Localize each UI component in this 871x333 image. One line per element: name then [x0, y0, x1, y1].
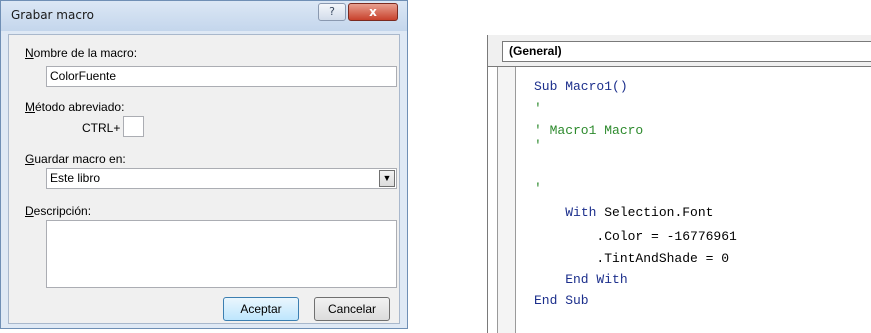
record-macro-dialog: Grabar macro ? x Nombre de la macro: Col… — [0, 0, 408, 329]
store-macro-in-value: Este libro — [50, 171, 101, 185]
dialog-body: Nombre de la macro: ColorFuente Método a… — [8, 34, 400, 324]
macro-name-input[interactable]: ColorFuente — [46, 66, 397, 87]
margin-indicator-bar[interactable] — [497, 67, 516, 333]
store-macro-in-label: Guardar macro en: — [25, 152, 126, 166]
code-line[interactable]: ' Macro1 Macro — [534, 123, 643, 138]
code-line[interactable]: ' — [534, 101, 542, 116]
store-macro-in-select[interactable]: Este libro ▼ — [46, 168, 397, 189]
macro-name-value: ColorFuente — [50, 69, 117, 83]
code-line[interactable]: .Color = -16776961 — [534, 229, 736, 244]
accept-button[interactable]: Aceptar — [223, 297, 299, 321]
vba-code-window: (General) Sub Macro1() ' ' Macro1 Macro … — [487, 35, 871, 333]
ctrl-prefix: CTRL+ — [82, 121, 121, 135]
shortcut-key-input[interactable] — [123, 116, 144, 137]
close-button[interactable]: x — [348, 3, 398, 21]
dialog-title: Grabar macro — [11, 8, 94, 22]
code-line[interactable]: Sub Macro1() — [534, 79, 628, 94]
object-dropdown[interactable]: (General) — [502, 41, 871, 62]
code-line[interactable]: ' — [534, 181, 542, 196]
help-button[interactable]: ? — [318, 3, 346, 21]
chevron-down-icon[interactable]: ▼ — [379, 170, 395, 187]
code-line[interactable]: With Selection.Font — [534, 205, 713, 220]
macro-name-label: Nombre de la macro: — [25, 46, 138, 60]
code-line[interactable]: End Sub — [534, 293, 589, 308]
cancel-button[interactable]: Cancelar — [314, 297, 390, 321]
description-textarea[interactable] — [46, 220, 397, 288]
code-window-header: (General) — [488, 35, 871, 67]
shortcut-label: Método abreviado: — [25, 100, 125, 114]
vba-keyword: With — [565, 205, 597, 220]
dialog-titlebar: Grabar macro ? x — [1, 1, 407, 31]
code-line[interactable]: ' — [534, 138, 542, 153]
code-line[interactable]: .TintAndShade = 0 — [534, 251, 729, 266]
code-line[interactable]: End With — [534, 272, 627, 287]
description-label: Descripción: — [25, 204, 92, 218]
